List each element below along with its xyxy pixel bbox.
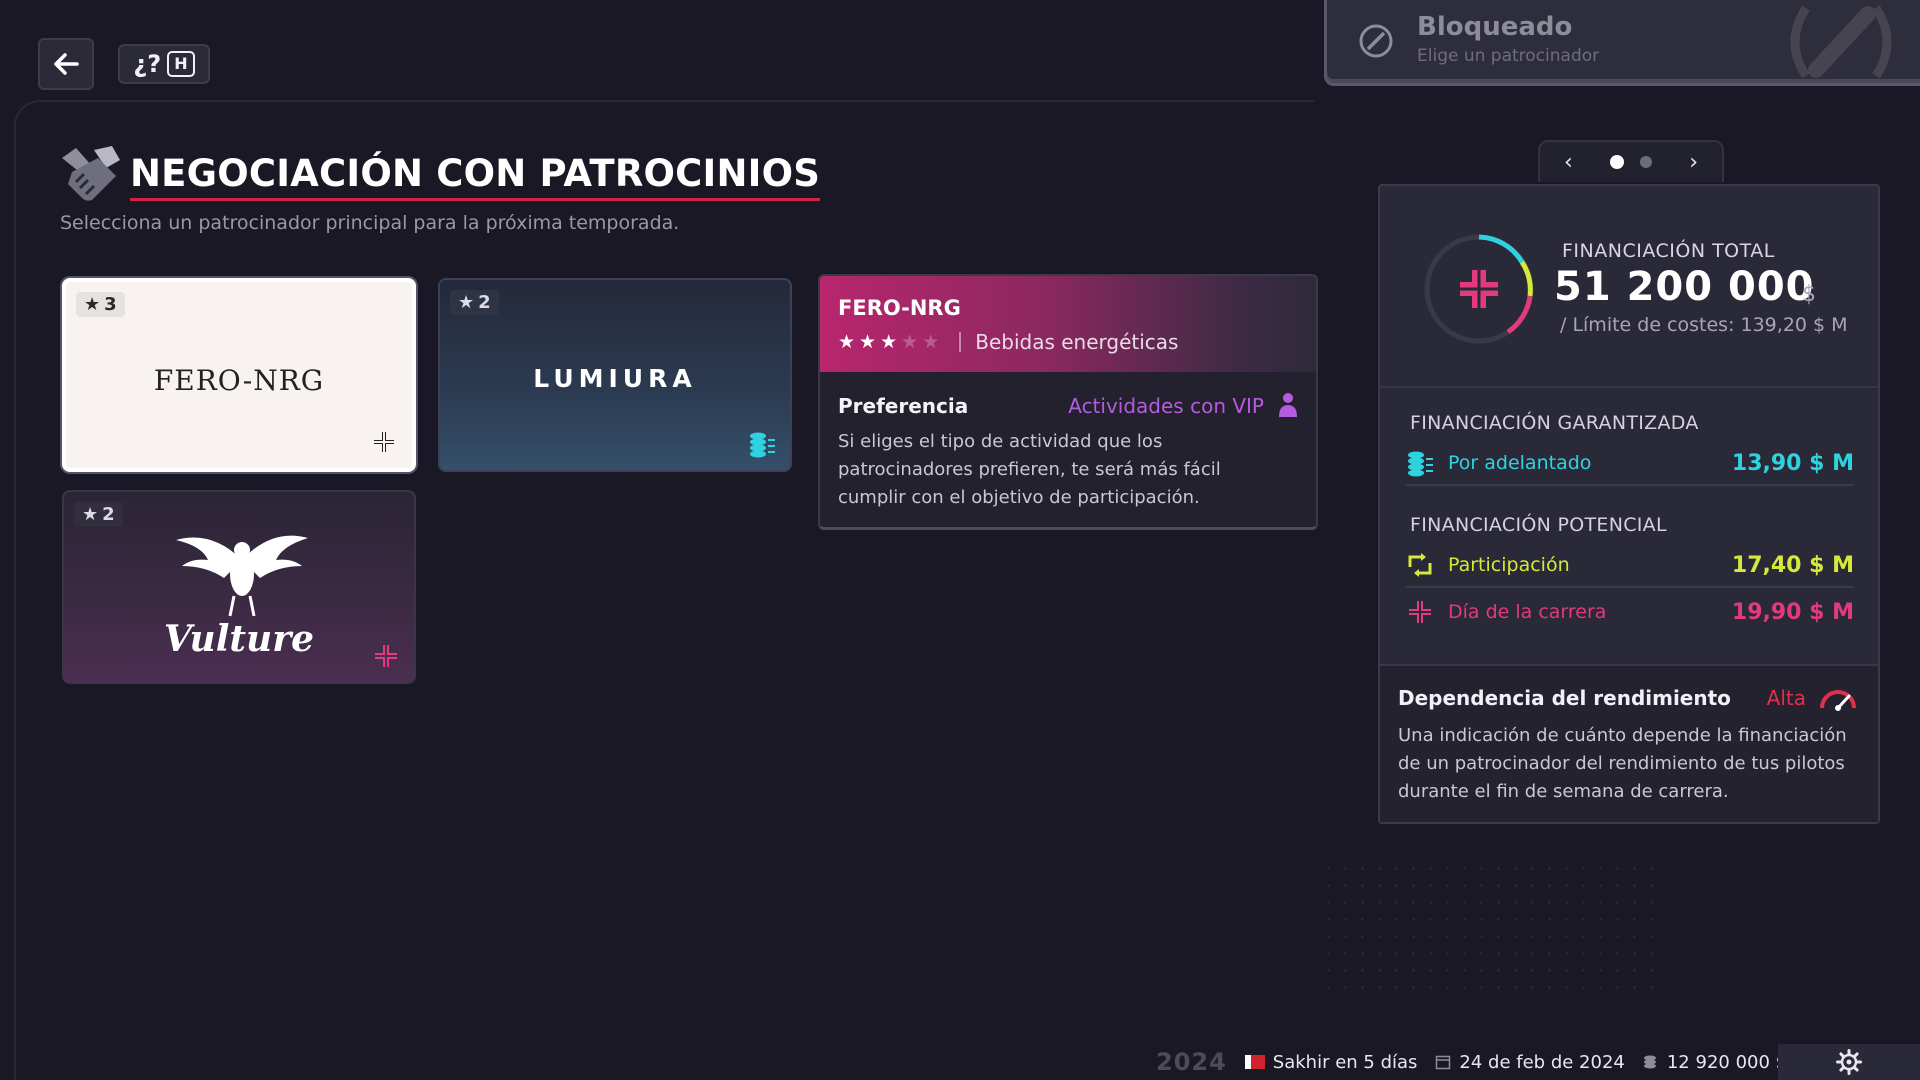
sponsor-rating-row: ★ ★ ★ ★ ★ Bebidas energéticas — [838, 330, 1298, 354]
performance-dependency-value: Alta — [1766, 686, 1806, 710]
team-balance: 12 920 000 $ — [1643, 1052, 1787, 1073]
financing-panel: FINANCIACIÓN TOTAL 51 200 000 $ / Límite… — [1378, 184, 1880, 824]
current-date: 24 de feb de 2024 — [1435, 1052, 1625, 1073]
background-dot-pattern — [1320, 860, 1660, 990]
star-icon: ★ — [82, 504, 99, 525]
sponsor-card-vulture[interactable]: ★ 2 Vulture — [62, 490, 416, 684]
chevron-right-icon[interactable]: › — [1689, 150, 1698, 175]
locked-subtitle: Elige un patrocinador — [1417, 46, 1600, 66]
total-funding-currency: $ — [1802, 282, 1816, 307]
locked-title: Bloqueado — [1417, 12, 1573, 42]
bahrain-flag-icon — [1244, 1055, 1265, 1069]
preference-description: Si eliges el tipo de actividad que los p… — [838, 431, 1221, 508]
large-blocked-icon — [1790, 5, 1892, 79]
performance-dependency-label: Dependencia del rendimiento — [1398, 686, 1731, 710]
race-day-icon — [1409, 601, 1431, 623]
star-icon: ★ — [880, 331, 898, 353]
star-empty-icon: ★ — [901, 331, 919, 353]
help-icon: ¿? — [133, 50, 162, 78]
performance-dependency-section: Dependencia del rendimiento Alta Una ind… — [1380, 664, 1878, 822]
star-icon: ★ — [458, 292, 475, 313]
locked-sponsor-slot[interactable]: Bloqueado Elige un patrocinador — [1324, 0, 1920, 86]
sponsor-star-badge: ★ 2 — [450, 290, 499, 315]
gauge-icon — [1820, 690, 1856, 711]
star-empty-icon: ★ — [922, 331, 940, 353]
financing-pager: ‹ › — [1538, 140, 1724, 182]
total-funding-value: 51 200 000 — [1554, 264, 1815, 310]
blocked-icon — [1359, 24, 1393, 58]
sponsor-logo: LUMIURA — [533, 364, 697, 393]
handshake-icon — [62, 146, 120, 201]
pager-dot-1[interactable] — [1610, 155, 1624, 169]
sponsor-detail-header: FERO-NRG ★ ★ ★ ★ ★ Bebidas energéticas — [820, 276, 1316, 372]
performance-dependency-description: Una indicación de cuánto depende la fina… — [1398, 725, 1847, 802]
upfront-label: Por adelantado — [1448, 452, 1592, 474]
vulture-bird-logo — [176, 535, 308, 617]
settings-button[interactable] — [1778, 1044, 1920, 1080]
upfront-row: Por adelantado 13,90 $ M — [1406, 442, 1854, 486]
sponsor-card-fero-nrg[interactable]: ★ 3 FERO-NRG — [62, 278, 416, 472]
calendar-icon — [1436, 1055, 1451, 1070]
sponsor-card-lumiura[interactable]: ★ 2 LUMIURA — [438, 278, 792, 472]
race-day-label: Día de la carrera — [1448, 601, 1607, 623]
back-button[interactable] — [38, 38, 94, 90]
pager-dots — [1610, 155, 1652, 169]
participation-label: Participación — [1448, 554, 1570, 576]
potential-funding-label: FINANCIACIÓN POTENCIAL — [1410, 514, 1667, 536]
race-day-icon — [372, 430, 396, 454]
chevron-left-icon[interactable]: ‹ — [1564, 150, 1573, 175]
coins-icon — [1643, 1055, 1656, 1069]
star-icon: ★ — [84, 294, 101, 315]
race-day-icon — [375, 645, 397, 667]
vip-person-icon — [1279, 393, 1297, 417]
help-button[interactable]: ¿? H — [118, 44, 210, 84]
race-day-value: 19,90 $ M — [1731, 599, 1854, 625]
guaranteed-funding-label: FINANCIACIÓN GARANTIZADA — [1410, 412, 1699, 434]
divider — [959, 332, 962, 352]
participation-icon — [1408, 553, 1432, 577]
sponsor-logo: FERO-NRG — [153, 364, 325, 397]
page-title: NEGOCIACIÓN CON PATROCINIOS — [130, 152, 821, 201]
funding-ring-chart — [1424, 234, 1534, 344]
participation-value: 17,40 $ M — [1731, 552, 1854, 578]
sponsor-detail-name: FERO-NRG — [838, 296, 961, 320]
participation-row: Participación 17,40 $ M — [1406, 544, 1854, 588]
page-subtitle: Selecciona un patrocinador principal par… — [60, 212, 680, 234]
gear-icon — [1836, 1049, 1862, 1075]
upfront-icon — [750, 432, 775, 458]
help-key: H — [167, 51, 195, 77]
race-day-row: Día de la carrera 19,90 $ M — [1406, 590, 1854, 634]
upfront-value: 13,90 $ M — [1731, 450, 1854, 476]
status-bar: 2024 Sakhir en 5 días 24 de feb de 2024 … — [1156, 1044, 1787, 1080]
next-race: Sakhir en 5 días — [1244, 1052, 1417, 1073]
arrow-left-icon — [54, 53, 79, 75]
upfront-icon — [1408, 451, 1433, 477]
pager-dot-2[interactable] — [1640, 156, 1652, 168]
sponsor-category: Bebidas energéticas — [975, 330, 1179, 354]
season-year: 2024 — [1156, 1048, 1227, 1076]
sponsor-star-badge: ★ 2 — [74, 502, 123, 527]
star-icon: ★ — [838, 331, 856, 353]
preference-label: Preferencia — [838, 394, 969, 418]
total-funding-label: FINANCIACIÓN TOTAL — [1562, 240, 1775, 262]
sponsor-logo: Vulture — [163, 618, 315, 660]
sponsor-detail-popup: FERO-NRG ★ ★ ★ ★ ★ Bebidas energéticas P… — [818, 274, 1318, 530]
star-icon: ★ — [859, 331, 877, 353]
sponsor-star-badge: ★ 3 — [76, 292, 125, 317]
divider — [1380, 386, 1878, 388]
cost-limit: / Límite de costes: 139,20 $ M — [1560, 314, 1848, 336]
preference-value: Actividades con VIP — [1068, 394, 1264, 418]
